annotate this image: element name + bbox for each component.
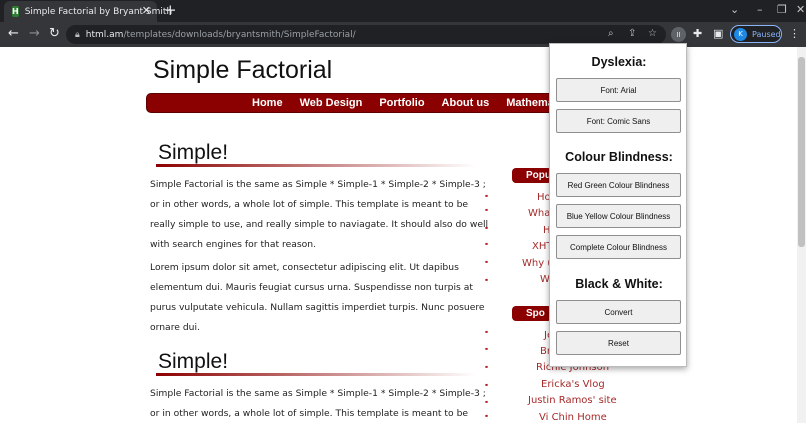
link-marker-icon: ⚭ — [484, 346, 490, 353]
link-marker-icon: ⚭ — [484, 277, 490, 284]
sidebar-link[interactable]: Ericka's Vlog — [541, 379, 605, 390]
nav-home[interactable]: Home — [252, 97, 283, 109]
section-heading: Simple! — [158, 141, 229, 164]
link-marker-icon: ⚭ — [484, 364, 490, 371]
link-marker-icon: ⚭ — [484, 259, 490, 266]
reload-icon[interactable]: ↻ — [49, 26, 60, 42]
sidebar-link[interactable]: Justin Ramos' site — [528, 395, 617, 406]
nav-portfolio[interactable]: Portfolio — [379, 97, 424, 109]
dyslexia-heading: Dyslexia: — [591, 55, 647, 69]
font-arial-button[interactable]: Font: Arial — [556, 78, 681, 102]
lock-icon[interactable]: 🔒︎ — [75, 30, 80, 40]
nav-about-us[interactable]: About us — [442, 97, 490, 109]
blue-yellow-button[interactable]: Blue Yellow Colour Blindness — [556, 204, 681, 228]
reset-button[interactable]: Reset — [556, 331, 681, 355]
window-close-icon[interactable]: ✕ — [796, 3, 805, 16]
black-white-heading: Black & White: — [575, 277, 663, 291]
nav-web-design[interactable]: Web Design — [300, 97, 363, 109]
complete-colour-blindness-button[interactable]: Complete Colour Blindness — [556, 235, 681, 259]
avatar: K — [734, 27, 747, 41]
red-green-button[interactable]: Red Green Colour Blindness — [556, 173, 681, 197]
section-paragraph: Simple Factorial is the same as Simple *… — [150, 388, 486, 419]
chevron-down-icon[interactable]: ⌄ — [730, 3, 739, 16]
link-marker-icon: ⚭ — [484, 241, 490, 248]
link-marker-icon: ⚭ — [484, 413, 490, 420]
sidebar-heading-sponsors: Spo — [512, 306, 552, 321]
site-nav: Home Web Design Portfolio About us Mathe… — [146, 93, 566, 113]
share-icon[interactable]: ⇪ — [628, 28, 636, 39]
tab-strip: H Simple Factorial by Bryant Smith ✕ + ⌄… — [0, 0, 806, 22]
plus-icon[interactable]: + — [164, 2, 177, 18]
star-icon[interactable]: ☆ — [648, 28, 657, 39]
colour-blindness-heading: Colour Blindness: — [565, 150, 673, 164]
arrow-left-icon[interactable]: ← — [8, 26, 19, 42]
heading-underline — [156, 164, 476, 167]
page-scrollbar[interactable] — [797, 47, 806, 423]
minimize-icon[interactable]: – — [757, 3, 763, 16]
site-title: Simple Factorial — [153, 56, 333, 84]
scrollbar-thumb[interactable] — [798, 57, 805, 247]
link-marker-icon: ⚭ — [484, 225, 490, 232]
convert-button[interactable]: Convert — [556, 300, 681, 324]
link-marker-icon: ⚭ — [484, 207, 490, 214]
url-text: html.am/templates/downloads/bryantsmith/… — [86, 30, 356, 40]
url-host: html.am — [85, 29, 124, 40]
font-comic-sans-button[interactable]: Font: Comic Sans — [556, 109, 681, 133]
heading-underline — [156, 373, 476, 376]
restore-icon[interactable]: ❐ — [777, 3, 787, 16]
sidebar-icon[interactable]: ▣ — [713, 27, 723, 40]
accessibility-popup: Dyslexia: Font: Arial Font: Comic Sans C… — [549, 43, 687, 367]
more-vertical-icon[interactable]: ⋮ — [789, 27, 800, 40]
site-favicon-icon: H — [12, 6, 19, 17]
address-bar[interactable]: 🔒︎ html.am/templates/downloads/bryantsmi… — [66, 25, 666, 44]
link-marker-icon: ⚭ — [484, 329, 490, 336]
link-marker-icon: ⚭ — [484, 193, 490, 200]
link-marker-icon: ⚭ — [484, 382, 490, 389]
close-icon[interactable]: ✕ — [142, 4, 151, 17]
profile-status: Paused — [752, 29, 781, 39]
accessibility-extension-icon[interactable]: II — [671, 27, 686, 42]
section-paragraph: Lorem ipsum dolor sit amet, consectetur … — [150, 262, 485, 333]
sidebar-heading-popular: Popu — [512, 168, 552, 183]
puzzle-icon[interactable]: ✚ — [693, 27, 702, 40]
profile-button[interactable]: K Paused — [730, 25, 782, 43]
sidebar-link[interactable]: Vi Chin Home — [539, 412, 607, 423]
section-paragraph: Simple Factorial is the same as Simple *… — [150, 179, 489, 250]
arrow-right-icon[interactable]: → — [29, 26, 40, 42]
link-marker-icon: ⚭ — [484, 399, 490, 406]
url-path: /templates/downloads/bryantsmith/SimpleF… — [123, 29, 356, 40]
section-heading: Simple! — [158, 350, 229, 373]
zoom-icon[interactable]: ⌕ — [608, 28, 614, 39]
browser-tab[interactable]: H Simple Factorial by Bryant Smith ✕ — [4, 1, 172, 22]
nav-mathematics[interactable]: Mathema — [506, 97, 554, 109]
